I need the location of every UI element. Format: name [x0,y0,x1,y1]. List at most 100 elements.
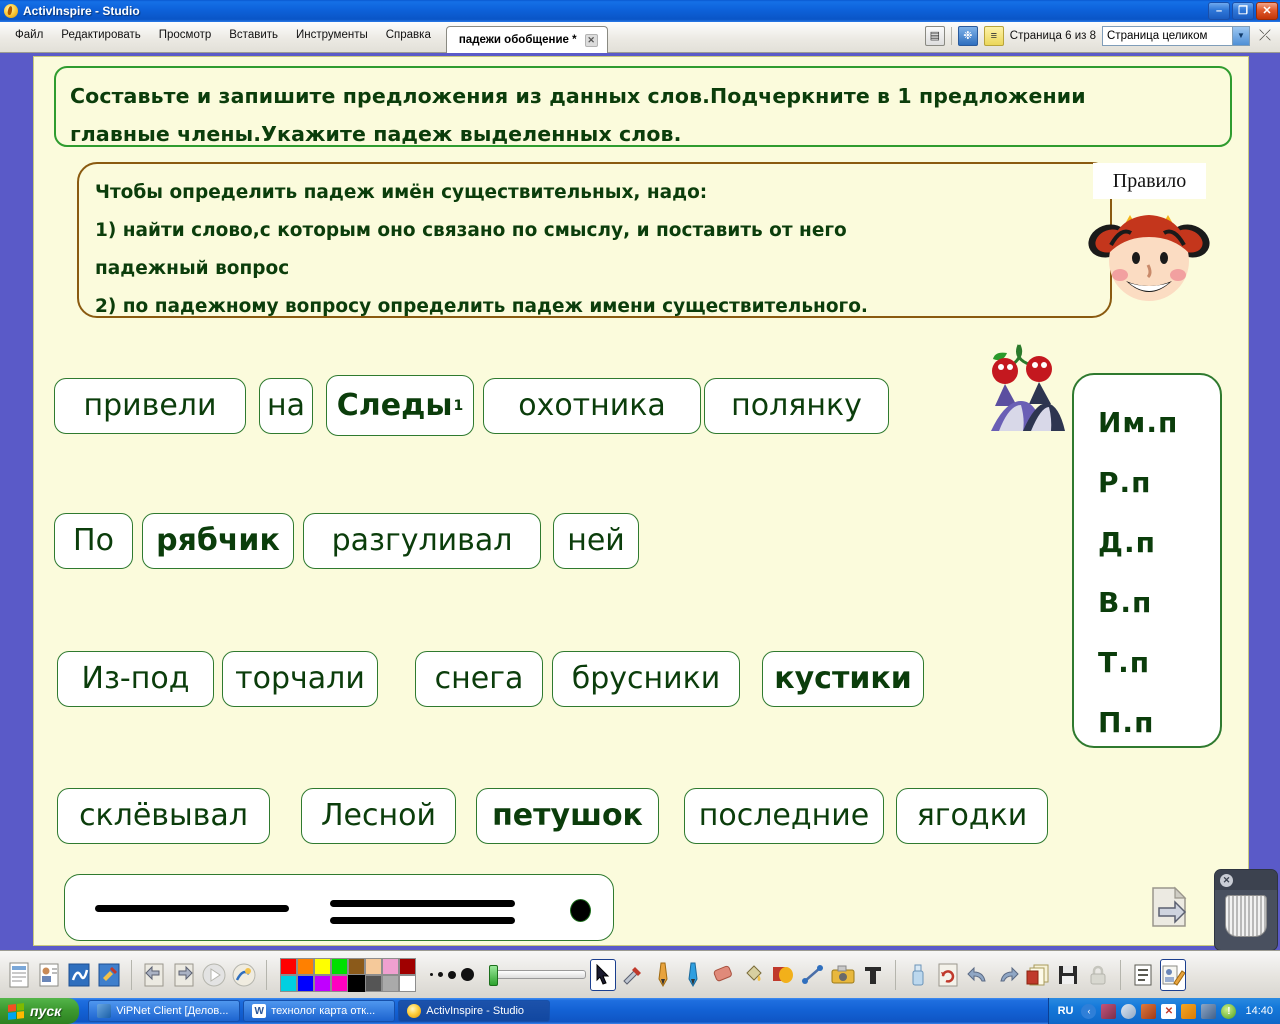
profile-icon[interactable] [36,959,62,991]
color-swatch-yellow[interactable] [314,957,331,975]
word-chip[interactable]: Из-под [57,651,214,707]
magic-ink-icon[interactable] [231,959,257,991]
word-chip[interactable]: Следы 1 [326,375,474,436]
color-swatch-peach[interactable] [365,957,382,975]
notes-icon[interactable]: ≡ [983,25,1004,46]
color-swatch-cyan[interactable] [280,974,297,992]
minimize-button[interactable]: – [1208,2,1230,20]
camera-icon[interactable] [830,959,856,991]
play-icon[interactable] [201,959,227,991]
next-page-arrow-icon[interactable] [1147,884,1193,930]
start-button[interactable]: пуск [0,998,80,1024]
document-tab[interactable]: падежи обобщение * ✕ [445,26,608,53]
color-swatch-red[interactable] [280,957,297,975]
undo-icon[interactable] [965,959,991,991]
word-chip[interactable]: привели [54,378,246,434]
case-item-prepositional[interactable]: П.п [1074,693,1220,753]
color-swatch-pink[interactable] [382,957,399,975]
color-swatch-white[interactable] [399,974,416,992]
network-icon[interactable] [1101,1003,1117,1019]
close-button[interactable]: ✕ [1256,2,1278,20]
word-chip[interactable]: торчали [222,651,378,707]
annotate-icon[interactable] [1160,958,1186,991]
cursor-icon[interactable] [590,958,616,991]
pen-size-selector[interactable] [430,968,474,981]
tools-icon[interactable] [620,959,646,991]
word-chip[interactable]: снега [415,651,543,707]
color-swatch-blue[interactable] [297,974,314,992]
word-chip[interactable]: полянку [704,378,889,434]
color-swatch-green[interactable] [331,957,348,975]
properties-icon[interactable] [6,959,32,991]
text-icon[interactable] [860,959,886,991]
word-chip[interactable]: Лесной [301,788,456,844]
word-chip[interactable]: рябчик [142,513,294,569]
word-chip[interactable]: охотника [483,378,701,434]
prev-page-icon[interactable] [141,959,167,991]
handwriting-icon[interactable] [66,959,92,991]
menu-tools[interactable]: Инструменты [287,25,377,45]
word-chip[interactable]: ней [553,513,639,569]
pen-size-small[interactable] [430,973,433,976]
slider-knob[interactable] [489,965,498,986]
connector-icon[interactable] [800,959,826,991]
case-item-nominative[interactable]: Им.п [1074,393,1220,453]
connection-icon[interactable] [1201,1003,1217,1019]
pen-width-slider[interactable] [489,965,586,986]
language-indicator[interactable]: RU [1058,1005,1074,1017]
cleaner-icon[interactable] [1141,1003,1157,1019]
document-tab-close-icon[interactable]: ✕ [584,33,598,47]
restore-button[interactable]: ❐ [1232,2,1254,20]
word-chip[interactable]: склёвывал [57,788,270,844]
case-item-genitive[interactable]: Р.п [1074,453,1220,513]
case-item-accusative[interactable]: В.п [1074,573,1220,633]
color-swatch-orange[interactable] [297,957,314,975]
case-item-dative[interactable]: Д.п [1074,513,1220,573]
page-notes-icon[interactable] [1130,959,1156,991]
color-swatch-brown[interactable] [348,957,365,975]
word-chip[interactable]: разгуливал [303,513,541,569]
fullscreen-icon[interactable]: ⤫ [1256,27,1274,45]
word-chip[interactable]: на [259,378,313,434]
word-chip[interactable]: петушок [476,788,659,844]
case-item-instrumental[interactable]: Т.п [1074,633,1220,693]
duplicate-icon[interactable] [1025,959,1051,991]
word-chip[interactable]: кустики [762,651,924,707]
highlighter-icon[interactable] [680,959,706,991]
zoom-select[interactable]: Страница целиком ▼ [1102,25,1250,46]
color-swatch-purple[interactable] [314,974,331,992]
color-swatch-gray[interactable] [382,974,399,992]
trash-close-icon[interactable]: ✕ [1220,873,1233,887]
taskbar-item-activinspire[interactable]: ActivInspire - Studio [398,1000,551,1022]
grammar-legend-box[interactable] [64,874,614,941]
lock-icon[interactable] [1085,959,1111,991]
color-swatch-darkgray[interactable] [365,974,382,992]
menu-view[interactable]: Просмотр [150,25,221,45]
pen-size-xlarge[interactable] [461,968,474,981]
pen-size-large[interactable] [448,970,456,979]
antivirus-icon[interactable]: ✕ [1161,1003,1177,1019]
pen-icon[interactable] [650,959,676,991]
save-icon[interactable] [1055,959,1081,991]
taskbar-item-vipnet[interactable]: ViPNet Client [Делов... [88,1000,241,1022]
eraser-icon[interactable] [710,959,736,991]
info-icon[interactable]: ! [1221,1003,1237,1019]
color-swatch-magenta[interactable] [331,974,348,992]
color-swatch-black[interactable] [348,974,365,992]
word-chip[interactable]: брусники [552,651,740,707]
menu-file[interactable]: Файл [6,25,52,45]
trash-bin-widget[interactable]: ✕ [1214,869,1278,951]
settings-icon[interactable] [96,959,122,991]
color-swatch-darkred[interactable] [399,957,416,975]
reset-icon[interactable] [935,959,961,991]
next-page-icon[interactable] [171,959,197,991]
page-view-icon[interactable]: ▤ [924,25,945,46]
menu-insert[interactable]: Вставить [220,25,287,45]
word-chip[interactable]: ягодки [896,788,1048,844]
word-chip[interactable]: По [54,513,133,569]
redo-icon[interactable] [995,959,1021,991]
word-chip[interactable]: последние [684,788,884,844]
shapes-icon[interactable] [770,959,796,991]
pen-size-medium[interactable] [438,972,443,977]
taskbar-item-word[interactable]: W технолог карта отк... [243,1000,396,1022]
